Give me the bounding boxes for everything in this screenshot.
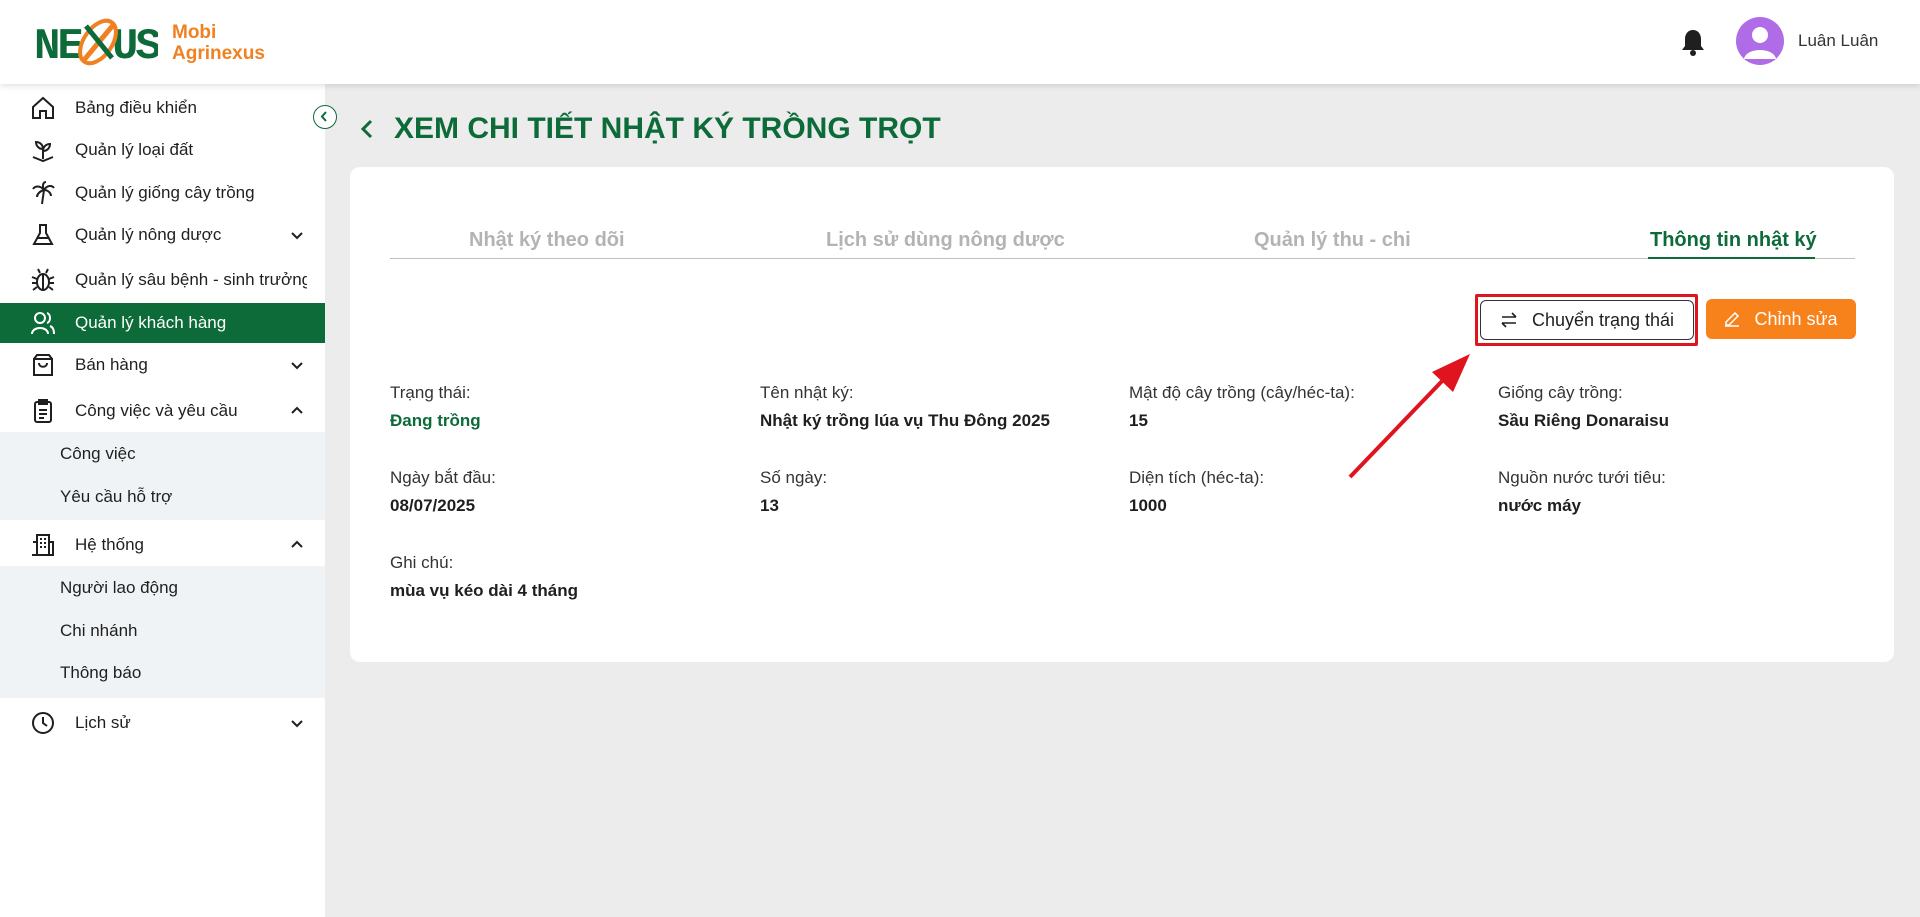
sidebar-item-label: Quản lý sâu bệnh - sinh trưởng <box>75 270 307 289</box>
page-title: XEM CHI TIẾT NHẬT KÝ TRỒNG TRỌT <box>358 112 941 146</box>
chevron-up-icon <box>291 406 303 414</box>
sidebar: Bảng điều khiển Quản lý loại đất Quản lý… <box>0 84 325 917</box>
shopping-bag-icon <box>33 354 53 376</box>
bug-icon <box>31 268 55 291</box>
area-value: 1000 <box>1129 496 1167 515</box>
sidebar-collapse-button[interactable] <box>313 105 337 129</box>
users-icon <box>31 312 55 335</box>
sidebar-item-label: Quản lý khách hàng <box>75 313 227 332</box>
tab-pesticide-history[interactable]: Lịch sử dùng nông dược <box>826 229 1065 252</box>
notification-bell-icon[interactable] <box>1680 28 1706 56</box>
swap-arrows-icon <box>1501 312 1517 328</box>
sidebar-item-label: Bán hàng <box>75 355 148 374</box>
sidebar-subitem-support-requests[interactable]: Yêu cầu hỗ trợ <box>60 487 172 507</box>
user-avatar[interactable] <box>1736 17 1784 65</box>
sidebar-subitem-tasks[interactable]: Công việc <box>60 444 136 464</box>
sidebar-item-label: Công việc và yêu cầu <box>75 401 238 420</box>
back-arrow-icon[interactable] <box>358 118 376 140</box>
pencil-icon <box>1725 311 1740 327</box>
sidebar-item-sales[interactable]: Bán hàng <box>0 345 325 385</box>
top-header: NE US Mobi Agrinexus Luân Luân <box>0 0 1920 84</box>
page-title-text: XEM CHI TIẾT NHẬT KÝ TRỒNG TRỌT <box>394 112 941 145</box>
history-icon <box>32 712 54 734</box>
flask-icon <box>32 224 54 245</box>
sidebar-subitem-workers[interactable]: Người lao động <box>60 578 178 598</box>
water-source-value: nước máy <box>1498 496 1581 515</box>
tab-journal-info[interactable]: Thông tin nhật ký <box>1650 229 1817 252</box>
sidebar-subitem-branches[interactable]: Chi nhánh <box>60 621 138 641</box>
active-tab-indicator <box>1648 257 1815 259</box>
sidebar-item-pests[interactable]: Quản lý sâu bệnh - sinh trưởng <box>0 260 325 300</box>
edit-button[interactable]: Chỉnh sửa <box>1706 299 1856 339</box>
sidebar-item-customers[interactable]: Quản lý khách hàng <box>0 303 325 343</box>
sidebar-item-soil[interactable]: Quản lý loại đất <box>0 130 325 170</box>
density-label: Mật độ cây trồng (cây/héc-ta): <box>1129 383 1355 402</box>
days-label: Số ngày: <box>760 468 828 487</box>
sidebar-item-label: Lịch sử <box>75 713 131 732</box>
sidebar-item-varieties[interactable]: Quản lý giống cây trồng <box>0 173 325 213</box>
building-icon <box>32 534 54 556</box>
days-value: 13 <box>760 496 779 515</box>
sidebar-item-pesticides[interactable]: Quản lý nông dược <box>0 215 325 255</box>
edit-label: Chỉnh sửa <box>1754 308 1838 329</box>
user-name[interactable]: Luân Luân <box>1798 31 1878 51</box>
sprout-icon <box>32 140 54 163</box>
annotation-arrow-icon <box>1348 354 1470 479</box>
start-date-label: Ngày bắt đầu: <box>390 468 496 487</box>
sidebar-subitem-notifications[interactable]: Thông báo <box>60 663 141 683</box>
brand-name: Mobi Agrinexus <box>172 22 265 64</box>
brand-logo[interactable]: NE US Mobi Agrinexus <box>34 14 265 72</box>
sidebar-item-label: Quản lý giống cây trồng <box>75 183 255 202</box>
tab-tracking-journal[interactable]: Nhật ký theo dõi <box>469 229 625 252</box>
journal-name-label: Tên nhật ký: <box>760 383 854 402</box>
status-label: Trạng thái: <box>390 383 471 402</box>
sidebar-item-dashboard[interactable]: Bảng điều khiển <box>0 88 325 128</box>
chevron-down-icon <box>291 362 303 370</box>
change-status-label: Chuyển trạng thái <box>1531 309 1675 330</box>
journal-name-value: Nhật ký trồng lúa vụ Thu Đông 2025 <box>760 411 1050 430</box>
chevron-down-icon <box>291 232 303 240</box>
variety-value: Sầu Riêng Donaraisu <box>1498 411 1669 430</box>
sidebar-item-label: Bảng điều khiển <box>75 98 197 117</box>
journal-detail-card: Nhật ký theo dõi Lịch sử dùng nông dược … <box>350 167 1894 662</box>
tab-bar: Nhật ký theo dõi Lịch sử dùng nông dược … <box>390 207 1855 259</box>
brand-name-line1: Mobi <box>172 22 217 43</box>
note-value: mùa vụ kéo dài 4 tháng <box>390 581 578 600</box>
sidebar-item-label: Quản lý loại đất <box>75 140 194 159</box>
tab-income-expense[interactable]: Quản lý thu - chi <box>1254 229 1411 252</box>
brand-name-line2: Agrinexus <box>172 43 265 64</box>
change-status-button[interactable]: Chuyển trạng thái <box>1480 300 1694 340</box>
sidebar-item-system[interactable]: Hệ thống <box>0 525 325 565</box>
note-label: Ghi chú: <box>390 553 454 572</box>
chevron-down-icon <box>291 720 303 728</box>
chevron-left-icon <box>320 111 327 122</box>
nexus-logo-icon: NE US <box>34 14 158 72</box>
chevron-up-icon <box>291 540 303 548</box>
water-source-label: Nguồn nước tưới tiêu: <box>1498 468 1666 487</box>
svg-text:US: US <box>112 22 158 72</box>
sidebar-item-work-requests[interactable]: Công việc và yêu cầu <box>0 391 325 431</box>
system-submenu: Người lao động Chi nhánh Thông báo <box>0 566 325 698</box>
palm-tree-icon <box>32 181 55 205</box>
sidebar-item-history[interactable]: Lịch sử <box>0 703 325 743</box>
home-icon <box>32 96 54 119</box>
density-value: 15 <box>1129 411 1148 430</box>
work-requests-submenu: Công việc Yêu cầu hỗ trợ <box>0 432 325 520</box>
sidebar-item-label: Hệ thống <box>75 535 144 554</box>
svg-text:NE: NE <box>34 22 82 72</box>
sidebar-item-label: Quản lý nông dược <box>75 225 222 244</box>
clipboard-icon <box>34 399 52 423</box>
area-label: Diện tích (héc-ta): <box>1129 468 1265 487</box>
status-value: Đang trồng <box>390 411 481 430</box>
variety-label: Giống cây trồng: <box>1498 383 1623 402</box>
start-date-value: 08/07/2025 <box>390 496 476 515</box>
